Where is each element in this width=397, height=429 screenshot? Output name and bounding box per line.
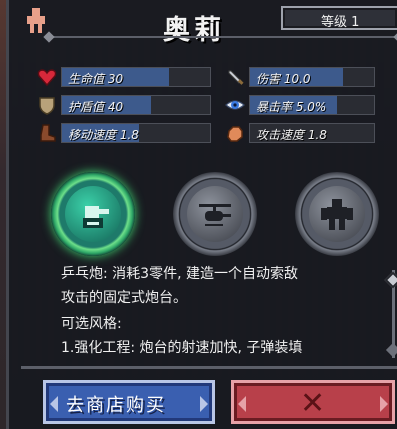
shield-icon bbox=[39, 97, 55, 115]
stat-bar: 伤害 10.0 bbox=[249, 67, 375, 87]
arrow-right-icon bbox=[200, 396, 208, 412]
boot-icon bbox=[40, 124, 56, 142]
helicopter-icon bbox=[199, 204, 231, 226]
stat-shield: 护盾值 40 bbox=[37, 94, 219, 116]
stat-bar: 暴击率 5.0% bbox=[249, 95, 375, 115]
hero-info-panel: 奥莉 等级 1 生命值 30 护盾值 40 移动速度 1.8 伤害 10.0 暴… bbox=[6, 0, 397, 429]
stat-damage: 伤害 10.0 bbox=[225, 66, 395, 88]
header-divider bbox=[49, 36, 397, 38]
level-label: 等级 1 bbox=[321, 15, 360, 30]
description-line: 可选风格: bbox=[61, 316, 122, 332]
stat-bar: 移动速度 1.8 bbox=[61, 123, 211, 143]
heart-icon bbox=[37, 69, 57, 87]
skill-description: 乒乓炮: 消耗3零件, 建造一个自动索敌 攻击的固定式炮台。 可选风格: 1.强… bbox=[61, 262, 381, 360]
footer-divider bbox=[21, 366, 397, 369]
stat-label: 伤害 10.0 bbox=[256, 72, 311, 86]
stat-move-speed: 移动速度 1.8 bbox=[37, 122, 219, 144]
description-line: 攻击的固定式炮台。 bbox=[61, 290, 187, 306]
stat-bar: 攻击速度 1.8 bbox=[249, 123, 375, 143]
shop-button-label: 去商店购买 bbox=[66, 395, 166, 416]
stat-bar: 生命值 30 bbox=[61, 67, 211, 87]
description-line: 乒乓炮: 消耗3零件, 建造一个自动索敌 bbox=[61, 266, 298, 282]
stat-bar: 护盾值 40 bbox=[61, 95, 211, 115]
sword-icon bbox=[228, 70, 244, 85]
fist-icon bbox=[227, 126, 243, 142]
skill-turret[interactable] bbox=[51, 172, 135, 256]
description-line: 1.强化工程: 炮台的射速加快, 子弹装填 bbox=[61, 340, 303, 356]
close-button[interactable]: ✕ bbox=[231, 380, 395, 424]
stat-label: 暴击率 5.0% bbox=[256, 100, 327, 114]
mech-icon bbox=[321, 199, 353, 230]
hero-name-bar: 奥莉 bbox=[53, 6, 263, 46]
eye-icon bbox=[225, 100, 245, 110]
close-icon: ✕ bbox=[300, 386, 326, 421]
scrollbar-thumb[interactable] bbox=[384, 271, 397, 289]
arrow-left-icon bbox=[50, 396, 58, 412]
go-to-shop-button[interactable]: 去商店购买 bbox=[43, 380, 215, 424]
stat-label: 生命值 30 bbox=[68, 72, 124, 86]
stat-label: 攻击速度 1.8 bbox=[256, 128, 327, 142]
skill-core bbox=[65, 186, 121, 242]
skill-core bbox=[309, 186, 365, 242]
skill-core bbox=[187, 186, 243, 242]
skill-helicopter[interactable] bbox=[173, 172, 257, 256]
hero-avatar-icon bbox=[25, 8, 47, 34]
level-badge: 等级 1 bbox=[281, 6, 397, 30]
stat-attack-speed: 攻击速度 1.8 bbox=[225, 122, 395, 144]
scrollbar-end bbox=[385, 342, 397, 358]
turret-icon bbox=[83, 206, 109, 228]
stat-health: 生命值 30 bbox=[37, 66, 219, 88]
hero-name: 奥莉 bbox=[163, 15, 225, 46]
arrow-right-icon bbox=[380, 396, 388, 412]
skill-mech[interactable] bbox=[295, 172, 379, 256]
arrow-left-icon bbox=[238, 396, 246, 412]
stat-label: 移动速度 1.8 bbox=[68, 128, 139, 142]
stat-label: 护盾值 40 bbox=[68, 100, 124, 114]
stat-crit-rate: 暴击率 5.0% bbox=[225, 94, 395, 116]
